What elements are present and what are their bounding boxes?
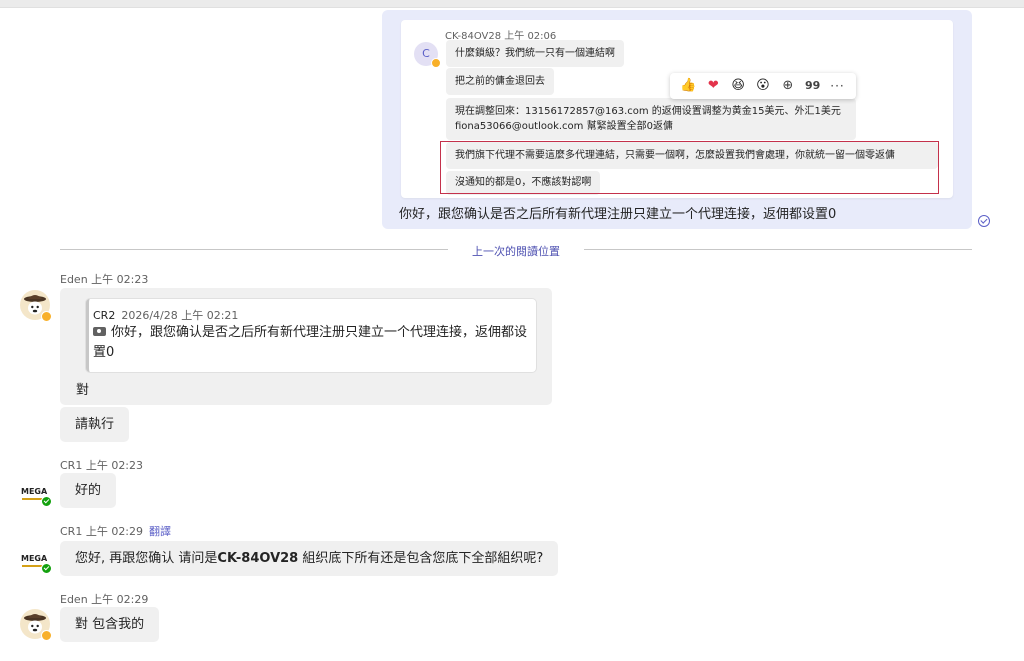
reply-timestamp: 2026/4/28 上午 02:21 [121, 309, 239, 322]
divider-line [584, 249, 972, 250]
reply-author: CR2 [93, 309, 116, 322]
quoted-message-line: 現在調整回來：13156172857@163.com 的返佣设置调整为黄金15美… [455, 106, 841, 117]
message-sender: CR1 上午 02:29 翻譯 [60, 523, 171, 539]
message-bubble[interactable]: 對 包含我的 [60, 607, 160, 642]
more-options-icon[interactable]: ··· [828, 77, 846, 95]
away-status-icon [431, 58, 441, 68]
quoted-message: 我們旗下代理不需要這麼多代理連結，只需要一個啊，怎麼設置我們會處理，你就統一留一… [446, 142, 938, 169]
mentioned-org: CK-84OV28 [217, 551, 299, 566]
message-sender: Eden 上午 02:23 [60, 273, 149, 286]
quoted-message: 把之前的傭金退回去 [446, 68, 554, 95]
last-read-label: 上一次的閱讀位置 [472, 245, 560, 258]
mega-logo: MEGA [21, 487, 48, 496]
message-text: 對 [76, 383, 90, 398]
message-sender: Eden 上午 02:29 [60, 593, 149, 606]
message-sender: CR1 上午 02:23 [60, 459, 144, 472]
message-sender-name: CR1 上午 02:29 [60, 525, 144, 538]
online-status-icon [41, 496, 52, 507]
outgoing-message-text: 你好，跟您确认是否之后所有新代理注册只建立一个代理连接，返佣都设置0 [399, 207, 837, 222]
quoted-message: 沒通知的都是0，不應該對認啊 [446, 171, 601, 195]
reply-preview-meta: CR2 2026/4/28 上午 02:21 [93, 307, 238, 323]
translate-link[interactable]: 翻譯 [149, 525, 171, 538]
quote-reply-icon[interactable]: 99 [804, 77, 822, 95]
away-status-icon [41, 630, 52, 641]
heart-reaction-icon[interactable]: ❤ [704, 77, 722, 95]
camera-icon [93, 327, 106, 336]
laugh-reaction-icon[interactable]: 😆 [729, 77, 747, 95]
quoted-message-line: fiona53066@outlook.com 幫緊設置全部0返傭 [455, 121, 673, 132]
message-bubble[interactable]: 好的 [60, 473, 117, 508]
reply-preview-body: 你好，跟您确认是否之后所有新代理注册只建立一个代理连接，返佣都设置0 [93, 325, 528, 360]
message-text: 組织底下所有还是包含您底下全部組织呢? [298, 551, 544, 566]
like-reaction-icon[interactable]: 👍 [679, 77, 697, 95]
read-receipt-icon [978, 215, 990, 227]
reply-preview-text: 你好，跟您确认是否之后所有新代理注册只建立一个代理连接，返佣都设置0 [93, 323, 527, 363]
divider-line [60, 249, 448, 250]
top-bar [0, 0, 1024, 8]
quoted-message: 什麼鎖級？我們統一只有一個連結啊 [446, 40, 624, 67]
quoted-message: 現在調整回來：13156172857@163.com 的返佣设置调整为黄金15美… [446, 98, 856, 140]
reaction-bar: 👍 ❤ 😆 😮 ⊕ 99 ··· [670, 73, 856, 99]
online-status-icon [41, 563, 52, 574]
mega-logo: MEGA [21, 554, 48, 563]
message-bubble[interactable]: 您好, 再跟您确认 请问是CK-84OV28 組织底下所有还是包含您底下全部組织… [60, 541, 559, 576]
message-bubble[interactable]: 請執行 [60, 407, 130, 442]
surprised-reaction-icon[interactable]: 😮 [754, 77, 772, 95]
away-status-icon [41, 311, 52, 322]
message-text: 您好, 再跟您确认 请问是 [75, 551, 218, 566]
add-reaction-icon[interactable]: ⊕ [779, 77, 797, 95]
